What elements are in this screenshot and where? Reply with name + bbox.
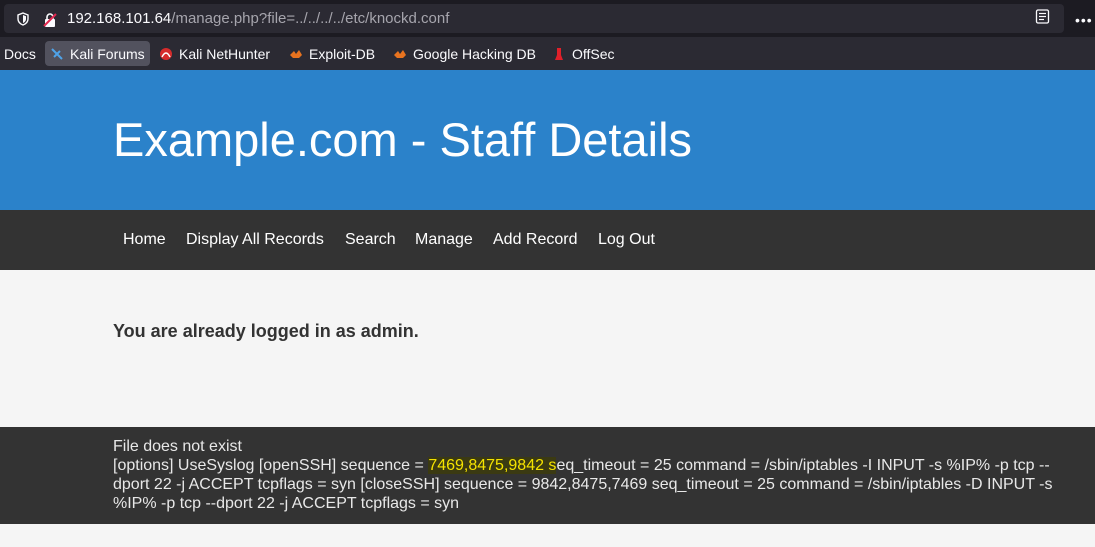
bookmark-label: OffSec <box>572 45 615 62</box>
page-bottom <box>0 524 1095 547</box>
exploit-db-icon <box>290 49 302 58</box>
login-status-message: You are already logged in as admin. <box>113 321 419 341</box>
knockd-config-content: [options] UseSyslog [openSSH] sequence =… <box>113 456 1063 513</box>
bookmark-kali-nethunter[interactable]: Kali NetHunter <box>159 41 270 66</box>
bookmarks-bar: Docs Kali Forums Kali NetHunter Exploit-… <box>0 37 1095 70</box>
nav-display-all-records[interactable]: Display All Records <box>186 230 324 250</box>
bookmark-label: Kali NetHunter <box>179 45 271 62</box>
url-text[interactable]: 192.168.101.64/manage.php?file=../../../… <box>67 10 449 28</box>
bookmark-label: Docs <box>4 45 36 62</box>
file-output-panel: File does not exist [options] UseSyslog … <box>0 427 1095 524</box>
nav-home[interactable]: Home <box>123 230 166 250</box>
kali-forums-icon <box>51 47 63 60</box>
bookmark-offsec[interactable]: OffSec <box>552 41 615 66</box>
bookmark-label: Exploit-DB <box>309 45 376 62</box>
shield-icon[interactable] <box>16 12 30 26</box>
url-host: 192.168.101.64 <box>67 10 172 27</box>
address-bar[interactable]: 192.168.101.64/manage.php?file=../../../… <box>4 4 1064 33</box>
nethunter-icon <box>160 47 172 60</box>
nav-manage[interactable]: Manage <box>415 230 473 250</box>
bookmark-label: Google Hacking DB <box>413 45 536 62</box>
file-error-line: File does not exist <box>113 438 242 455</box>
page-header: Example.com - Staff Details <box>0 70 1095 210</box>
insecure-lock-icon[interactable] <box>42 12 58 28</box>
ghdb-icon <box>394 49 406 58</box>
main-content: You are already logged in as admin. <box>0 270 1095 427</box>
main-nav: Home Display All Records Search Manage A… <box>0 210 1095 270</box>
reader-view-icon[interactable] <box>1035 9 1050 24</box>
url-path: /manage.php?file=../../../../etc/knockd.… <box>171 10 450 27</box>
bookmark-exploit-db[interactable]: Exploit-DB <box>289 41 375 66</box>
page-title: Example.com - Staff Details <box>113 113 693 166</box>
bookmark-kali-forums[interactable]: Kali Forums <box>45 41 150 66</box>
config-pre: [options] UseSyslog [openSSH] sequence = <box>113 457 429 474</box>
browser-toolbar: 192.168.101.64/manage.php?file=../../../… <box>0 0 1095 37</box>
bookmark-label: Kali Forums <box>70 45 145 62</box>
file-output-text: File does not exist [options] UseSyslog … <box>113 437 1063 513</box>
nav-search[interactable]: Search <box>345 230 396 250</box>
nav-log-out[interactable]: Log Out <box>598 230 655 250</box>
bookmark-google-hacking-db[interactable]: Google Hacking DB <box>393 41 536 66</box>
more-menu-icon[interactable]: ••• <box>1075 12 1093 28</box>
highlighted-sequence: 7469,8475,9842 s <box>428 457 557 474</box>
offsec-icon <box>555 47 563 60</box>
bookmark-docs[interactable]: Docs <box>4 41 36 66</box>
nav-add-record[interactable]: Add Record <box>493 230 578 250</box>
